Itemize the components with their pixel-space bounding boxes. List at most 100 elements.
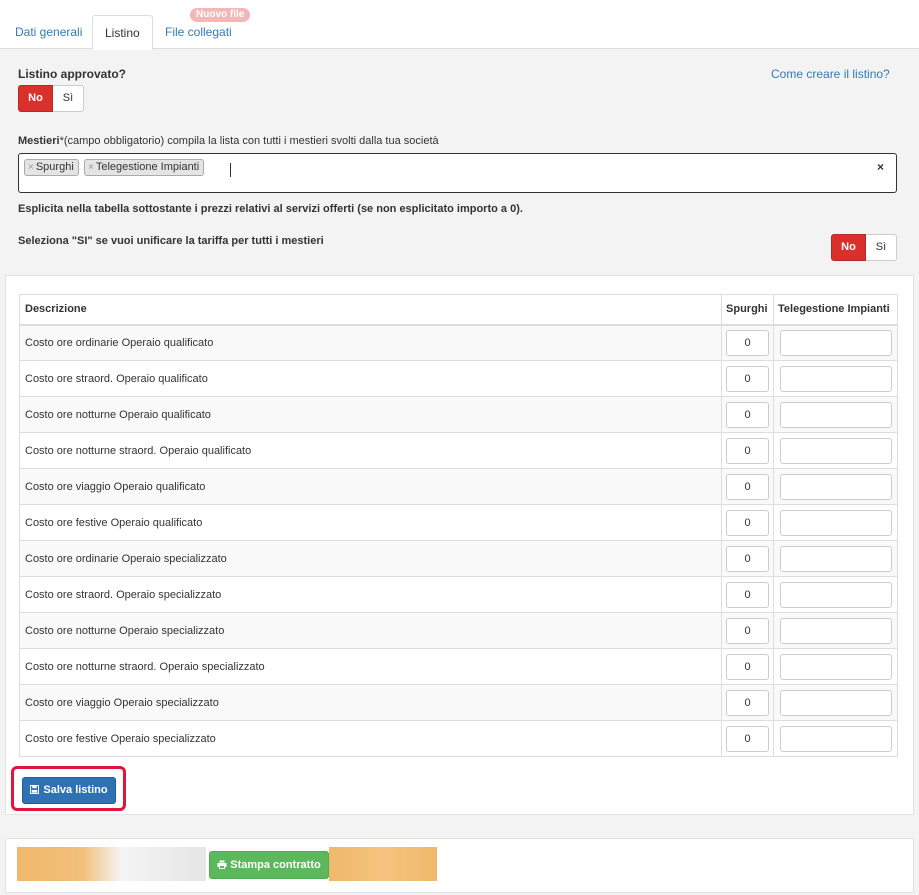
telegestione-price-input[interactable] [779, 329, 892, 356]
telegestione-cell [773, 612, 898, 649]
spurghi-price-input[interactable] [726, 725, 769, 752]
table-row: Costo ore ordinarie Operaio qualificato [18, 324, 898, 361]
unify-no[interactable]: No [831, 234, 866, 261]
row-description: Costo ore straord. Operaio specializzato [18, 576, 723, 613]
row-description: Costo ore notturne straord. Operaio qual… [18, 432, 723, 469]
mestieri-label: Mestieri*(campo obbligatorio) compila la… [18, 135, 439, 147]
tab-dati-generali[interactable]: Dati generali [3, 15, 94, 49]
telegestione-price-input[interactable] [779, 509, 892, 536]
row-description: Costo ore festive Operaio qualificato [18, 504, 723, 541]
tab-listino[interactable]: Listino [92, 15, 153, 50]
spurghi-price-input[interactable] [726, 689, 769, 716]
spurghi-cell [721, 720, 774, 757]
row-description: Costo ore notturne Operaio specializzato [18, 612, 723, 649]
listino-approvato-si[interactable]: Sì [53, 85, 84, 112]
telegestione-cell [773, 468, 898, 505]
spurghi-price-input[interactable] [726, 365, 769, 392]
tag-telegestione: × Telegestione Impianti [84, 159, 205, 176]
unify-si[interactable]: Sì [866, 234, 897, 261]
spurghi-price-input[interactable] [726, 473, 769, 500]
price-table-panel: Descrizione Spurghi Telegestione Impiant… [5, 275, 914, 815]
telegestione-price-input[interactable] [779, 437, 892, 464]
row-description: Costo ore ordinarie Operaio qualificato [18, 324, 723, 361]
row-description: Costo ore ordinarie Operaio specializzat… [18, 540, 723, 577]
tag-label: Spurghi [35, 161, 74, 173]
telegestione-cell [773, 432, 898, 469]
help-link[interactable]: Come creare il listino? [771, 67, 890, 81]
table-row: Costo ore notturne straord. Operaio qual… [18, 432, 898, 469]
print-contract-button[interactable]: Stampa contratto [209, 851, 329, 879]
spurghi-cell [721, 468, 774, 505]
listino-approvato-no[interactable]: No [18, 85, 53, 112]
telegestione-cell [773, 540, 898, 577]
table-row: Costo ore viaggio Operaio qualificato [18, 468, 898, 505]
printer-icon [217, 860, 227, 869]
spurghi-cell [721, 648, 774, 685]
row-description: Costo ore viaggio Operaio specializzato [18, 684, 723, 721]
spurghi-cell [721, 612, 774, 649]
header-spurghi: Spurghi [721, 294, 774, 326]
telegestione-cell [773, 576, 898, 613]
save-listino-button[interactable]: Salva listino [22, 777, 116, 804]
spurghi-cell [721, 432, 774, 469]
price-table: Descrizione Spurghi Telegestione Impiant… [18, 294, 898, 757]
spurghi-price-input[interactable] [726, 509, 769, 536]
telegestione-price-input[interactable] [779, 365, 892, 392]
table-row: Costo ore notturne Operaio qualificato [18, 396, 898, 433]
table-row: Costo ore straord. Operaio specializzato [18, 576, 898, 613]
spurghi-cell [721, 576, 774, 613]
table-row: Costo ore festive Operaio specializzato [18, 720, 898, 757]
mestieri-select[interactable]: × Spurghi × Telegestione Impianti × [18, 153, 897, 193]
telegestione-cell [773, 504, 898, 541]
spurghi-price-input[interactable] [726, 437, 769, 464]
tab-bar: Dati generali Listino File collegati Nuo… [0, 0, 919, 50]
spurghi-cell [721, 540, 774, 577]
telegestione-price-input[interactable] [779, 473, 892, 500]
table-row: Costo ore notturne straord. Operaio spec… [18, 648, 898, 685]
telegestione-price-input[interactable] [779, 581, 892, 608]
table-row: Costo ore notturne Operaio specializzato [18, 612, 898, 649]
telegestione-price-input[interactable] [779, 617, 892, 644]
table-row: Costo ore festive Operaio qualificato [18, 504, 898, 541]
mestieri-label-bold: Mestieri [18, 135, 60, 147]
tag-spurghi: × Spurghi [24, 159, 79, 176]
telegestione-price-input[interactable] [779, 401, 892, 428]
header-telegestione: Telegestione Impianti [773, 294, 898, 326]
floppy-disk-icon [30, 785, 40, 794]
mestieri-label-rest: *(campo obbligatorio) compila la lista c… [59, 135, 439, 147]
telegestione-price-input[interactable] [779, 725, 892, 752]
table-header-row: Descrizione Spurghi Telegestione Impiant… [18, 294, 898, 326]
footer-bar: Stampa contratto [5, 838, 914, 893]
row-description: Costo ore viaggio Operaio qualificato [18, 468, 723, 505]
blurred-button [329, 847, 437, 881]
spurghi-cell [721, 504, 774, 541]
table-row: Costo ore ordinarie Operaio specializzat… [18, 540, 898, 577]
spurghi-cell [721, 396, 774, 433]
spurghi-price-input[interactable] [726, 545, 769, 572]
telegestione-cell [773, 684, 898, 721]
spurghi-price-input[interactable] [726, 329, 769, 356]
spurghi-price-input[interactable] [726, 401, 769, 428]
row-description: Costo ore notturne Operaio qualificato [18, 396, 723, 433]
telegestione-price-input[interactable] [779, 689, 892, 716]
telegestione-price-input[interactable] [779, 545, 892, 572]
telegestione-cell [773, 396, 898, 433]
telegestione-cell [773, 360, 898, 397]
spurghi-price-input[interactable] [726, 653, 769, 680]
spurghi-price-input[interactable] [726, 617, 769, 644]
clear-all-icon[interactable]: × [877, 160, 884, 174]
listino-approvato-toggle: No Sì [18, 85, 84, 112]
telegestione-cell [773, 720, 898, 757]
table-row: Costo ore viaggio Operaio specializzato [18, 684, 898, 721]
telegestione-price-input[interactable] [779, 653, 892, 680]
spurghi-cell [721, 324, 774, 361]
row-description: Costo ore notturne straord. Operaio spec… [18, 648, 723, 685]
tag-remove-icon[interactable]: × [88, 162, 94, 173]
tag-remove-icon[interactable]: × [28, 162, 34, 173]
telegestione-cell [773, 324, 898, 361]
blurred-button [17, 847, 206, 881]
spurghi-price-input[interactable] [726, 581, 769, 608]
listino-approvato-label: Listino approvato? [18, 67, 126, 81]
telegestione-cell [773, 648, 898, 685]
text-cursor [230, 163, 231, 177]
